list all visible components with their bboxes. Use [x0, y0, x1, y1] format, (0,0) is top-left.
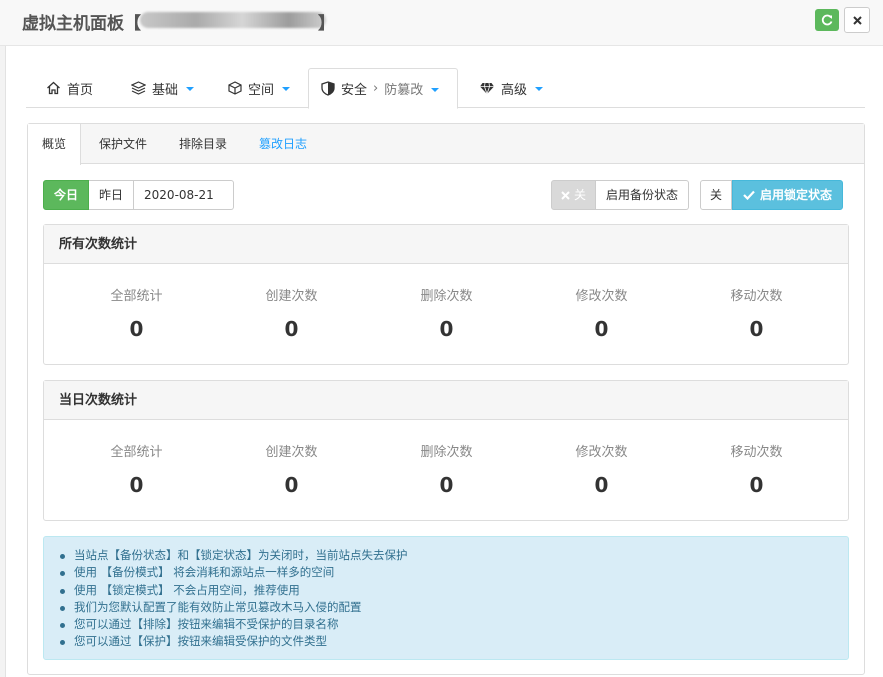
blurred-site-name [140, 12, 326, 28]
shield-icon [321, 81, 335, 96]
tab-home-label: 首页 [67, 82, 94, 98]
refresh-icon [821, 14, 833, 26]
box-icon [228, 81, 242, 95]
backup-off-label: 关 [574, 188, 587, 202]
tamper-proof-panel: 概览 保护文件 排除目录 篡改日志 今日 昨日 2020-08-21 关 启用备… [27, 123, 865, 675]
stat-label: 修改次数 [575, 289, 628, 304]
stat-value: 0 [129, 473, 144, 497]
stat-label: 全部统计 [110, 289, 163, 304]
list-item: 您可以通过【排除】按钮来编辑不受保护的目录名称 [60, 616, 408, 633]
info-alert: 当站点【备份状态】和【锁定状态】为关闭时，当前站点失去保护 使用 【备份模式】 … [43, 536, 849, 660]
stat-value: 0 [594, 473, 609, 497]
stat-value: 0 [284, 317, 299, 341]
stat-label: 移动次数 [730, 289, 783, 304]
close-button[interactable] [844, 7, 870, 33]
close-icon [852, 15, 862, 25]
dialog-title-suffix: 】 [318, 14, 335, 34]
chevron-down-icon [282, 87, 291, 91]
notes-list: 当站点【备份状态】和【锁定状态】为关闭时，当前站点失去保护 使用 【备份模式】 … [60, 547, 408, 651]
stat-value: 0 [129, 317, 144, 341]
list-item: 使用 【备份模式】 将会消耗和源站点一样多的空间 [60, 564, 408, 581]
tab-basic[interactable]: 基础 [119, 68, 206, 108]
day-stats-title: 当日次数统计 [44, 381, 848, 420]
chevron-down-icon [535, 87, 544, 91]
left-edge [0, 45, 6, 677]
enable-lock-button[interactable]: 启用锁定状态 [732, 180, 844, 210]
chevron-down-icon [186, 87, 195, 91]
stat-value: 0 [749, 317, 764, 341]
refresh-button[interactable] [815, 9, 839, 31]
sub-tabs: 概览 保护文件 排除目录 篡改日志 [28, 124, 864, 165]
all-stats-box: 所有次数统计 全部统计 0 创建次数 0 删除次数 0 修改次数 0 移动次数 0 [43, 224, 849, 365]
all-stats-title: 所有次数统计 [44, 225, 848, 264]
subtab-tamper-log[interactable]: 篡改日志 [259, 124, 307, 164]
subtab-excluded-dirs[interactable]: 排除目录 [179, 124, 227, 164]
stat-label: 修改次数 [575, 445, 628, 460]
tab-space[interactable]: 空间 [216, 68, 302, 108]
backup-off-button[interactable]: 关 [551, 180, 597, 210]
lock-toggle: 关 启用锁定状态 [700, 180, 844, 210]
stat-value: 0 [749, 473, 764, 497]
subtab-overview[interactable]: 概览 [28, 124, 82, 165]
tab-space-label: 空间 [248, 82, 275, 98]
enable-backup-button[interactable]: 启用备份状态 [596, 180, 690, 210]
stat-value: 0 [284, 473, 299, 497]
list-item: 我们为您默认配置了能有效防止常见篡改木马入侵的配置 [60, 599, 408, 616]
dialog-title-text: 虚拟主机面板【 [22, 14, 141, 34]
chevron-down-icon [431, 87, 440, 92]
list-item: 使用 【锁定模式】 不会占用空间，推荐使用 [60, 582, 408, 599]
enable-lock-label: 启用锁定状态 [760, 188, 833, 202]
day-stats-box: 当日次数统计 全部统计 0 创建次数 0 删除次数 0 修改次数 0 移动次数 0 [43, 380, 849, 521]
date-input[interactable]: 2020-08-21 [134, 180, 235, 210]
date-filter: 今日 昨日 2020-08-21 [43, 180, 235, 210]
diamond-icon [480, 82, 494, 95]
layers-icon [131, 81, 146, 95]
tab-home[interactable]: 首页 [34, 68, 105, 108]
tab-basic-label: 基础 [152, 82, 179, 98]
lock-off-button[interactable]: 关 [700, 180, 733, 210]
today-button[interactable]: 今日 [43, 180, 90, 210]
stat-label: 创建次数 [265, 445, 318, 460]
stat-label: 移动次数 [730, 445, 783, 460]
stat-value: 0 [594, 317, 609, 341]
stat-label: 创建次数 [265, 289, 318, 304]
close-icon [561, 190, 570, 200]
dialog-title: 虚拟主机面板【 [22, 9, 141, 34]
dialog-header: 虚拟主机面板【 】 [0, 0, 883, 46]
breadcrumb-separator: › [373, 81, 379, 96]
home-icon [47, 81, 60, 95]
stat-label: 全部统计 [110, 445, 163, 460]
stat-label: 删除次数 [420, 289, 473, 304]
list-item: 您可以通过【保护】按钮来编辑受保护的文件类型 [60, 633, 408, 650]
stat-label: 删除次数 [420, 445, 473, 460]
yesterday-button[interactable]: 昨日 [89, 180, 135, 210]
list-item: 当站点【备份状态】和【锁定状态】为关闭时，当前站点失去保护 [60, 547, 408, 564]
tab-advanced-label: 高级 [501, 82, 528, 98]
subtab-protected-files[interactable]: 保护文件 [99, 124, 147, 164]
tab-advanced[interactable]: 高级 [467, 68, 555, 108]
tab-security[interactable]: 安全 › 防篡改 [308, 68, 458, 109]
check-icon [743, 190, 755, 200]
main-tabs: 首页 基础 空间 安全 › 防篡改 高级 [26, 68, 865, 109]
tab-security-sub: 防篡改 [384, 83, 424, 98]
tab-security-label: 安全 [341, 83, 368, 98]
stat-value: 0 [439, 473, 454, 497]
backup-toggle: 关 启用备份状态 [551, 180, 690, 210]
stat-value: 0 [439, 317, 454, 341]
